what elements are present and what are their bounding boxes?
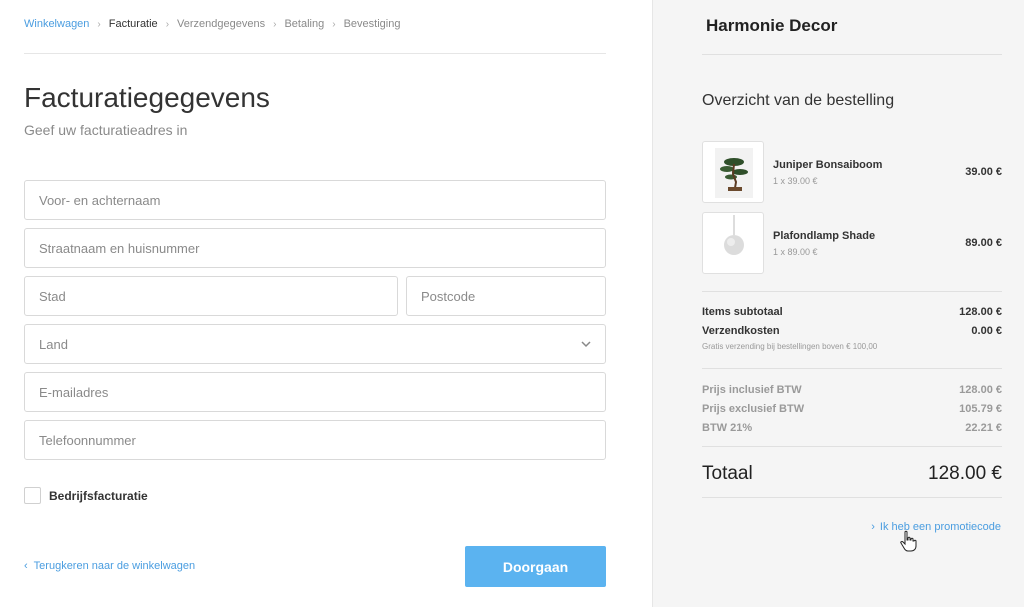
breadcrumb-shipping: Verzendgegevens bbox=[177, 18, 266, 30]
order-item: Juniper Bonsaiboom 1 x 39.00 € 39.00 € bbox=[702, 141, 1002, 203]
shipping-row: Verzendkosten 0.00 € bbox=[702, 325, 1002, 337]
item-price: 39.00 € bbox=[965, 166, 1002, 178]
street-input[interactable] bbox=[25, 229, 605, 267]
vat-row: BTW 21% 22.21 € bbox=[702, 422, 1002, 434]
phone-input[interactable] bbox=[25, 421, 605, 459]
breadcrumb: Winkelwagen › Facturatie › Verzendgegeve… bbox=[24, 18, 400, 30]
back-to-cart-link[interactable]: ‹ Terugkeren naar de winkelwagen bbox=[24, 560, 195, 572]
chevron-right-icon: › bbox=[97, 18, 101, 30]
promo-code-link[interactable]: › Ik heb een promotiecode bbox=[871, 521, 1001, 533]
company-billing-label: Bedrijfsfacturatie bbox=[49, 488, 148, 503]
hand-pointer-icon bbox=[900, 530, 917, 552]
chevron-right-icon: › bbox=[332, 18, 336, 30]
shipping-value: 0.00 € bbox=[971, 325, 1002, 337]
divider bbox=[24, 53, 606, 54]
divider bbox=[702, 54, 1002, 55]
breadcrumb-confirmation: Bevestiging bbox=[343, 18, 401, 30]
chevron-left-icon: ‹ bbox=[24, 560, 28, 572]
page-title: Facturatiegegevens bbox=[24, 82, 270, 113]
postcode-input[interactable] bbox=[407, 277, 605, 315]
city-input[interactable] bbox=[25, 277, 397, 315]
email-input[interactable] bbox=[25, 373, 605, 411]
total-label: Totaal bbox=[702, 463, 753, 484]
country-select[interactable]: Land bbox=[24, 324, 606, 364]
item-name: Plafondlamp Shade bbox=[773, 230, 876, 242]
postcode-field[interactable] bbox=[406, 276, 606, 316]
company-billing-row[interactable]: Bedrijfsfacturatie bbox=[24, 487, 148, 504]
breadcrumb-billing: Facturatie bbox=[108, 18, 158, 30]
company-billing-checkbox[interactable] bbox=[24, 487, 41, 504]
subtotal-value: 128.00 € bbox=[959, 306, 1002, 318]
total-row: Totaal 128.00 € bbox=[702, 463, 1002, 485]
city-field[interactable] bbox=[24, 276, 398, 316]
page-subtitle: Geef uw facturatieadres in bbox=[24, 122, 188, 138]
summary-title: Overzicht van de bestelling bbox=[702, 92, 895, 109]
breadcrumb-cart[interactable]: Winkelwagen bbox=[24, 18, 89, 30]
phone-field[interactable] bbox=[24, 420, 606, 460]
subtotal-row: Items subtotaal 128.00 € bbox=[702, 306, 1002, 318]
divider bbox=[702, 291, 1002, 292]
total-value: 128.00 € bbox=[928, 463, 1002, 484]
chevron-right-icon: › bbox=[165, 18, 170, 30]
subtotal-label: Items subtotaal bbox=[702, 306, 783, 318]
item-price: 89.00 € bbox=[965, 237, 1002, 249]
divider bbox=[702, 446, 1002, 447]
divider bbox=[702, 497, 1002, 498]
breadcrumb-payment: Betaling bbox=[284, 18, 325, 30]
chevron-right-icon: › bbox=[871, 521, 875, 533]
incl-vat-label: Prijs inclusief BTW bbox=[702, 384, 802, 396]
brand-logo: Harmonie Decor bbox=[706, 16, 838, 35]
back-to-cart-label: Terugkeren naar de winkelwagen bbox=[33, 560, 196, 572]
divider bbox=[702, 368, 1002, 369]
order-summary-panel: Harmonie Decor Overzicht van de bestelli… bbox=[652, 0, 1024, 607]
item-name: Juniper Bonsaiboom bbox=[773, 159, 883, 171]
country-select-value: Land bbox=[39, 337, 68, 352]
email-field[interactable] bbox=[24, 372, 606, 412]
vat-value: 22.21 € bbox=[965, 422, 1002, 434]
excl-vat-value: 105.79 € bbox=[959, 403, 1002, 415]
shipping-label: Verzendkosten bbox=[702, 325, 780, 337]
chevron-down-icon bbox=[581, 341, 591, 348]
billing-panel: Winkelwagen › Facturatie › Verzendgegeve… bbox=[0, 0, 652, 607]
bonsai-tree-icon bbox=[702, 141, 764, 203]
vat-label: BTW 21% bbox=[702, 422, 753, 434]
excl-vat-label: Prijs exclusief BTW bbox=[702, 403, 805, 415]
shipping-note: Gratis verzending bij bestellingen boven… bbox=[702, 342, 878, 351]
order-item: Plafondlamp Shade 1 x 89.00 € 89.00 € bbox=[702, 212, 1002, 274]
street-field[interactable] bbox=[24, 228, 606, 268]
chevron-right-icon: › bbox=[273, 18, 277, 30]
excl-vat-row: Prijs exclusief BTW 105.79 € bbox=[702, 403, 1002, 415]
item-quantity: 1 x 89.00 € bbox=[773, 247, 818, 257]
pendant-lamp-icon bbox=[702, 212, 764, 274]
continue-button[interactable]: Doorgaan bbox=[465, 546, 606, 587]
item-quantity: 1 x 39.00 € bbox=[773, 176, 818, 186]
incl-vat-row: Prijs inclusief BTW 128.00 € bbox=[702, 384, 1002, 396]
name-input[interactable] bbox=[25, 181, 605, 219]
incl-vat-value: 128.00 € bbox=[959, 384, 1002, 396]
name-field[interactable] bbox=[24, 180, 606, 220]
